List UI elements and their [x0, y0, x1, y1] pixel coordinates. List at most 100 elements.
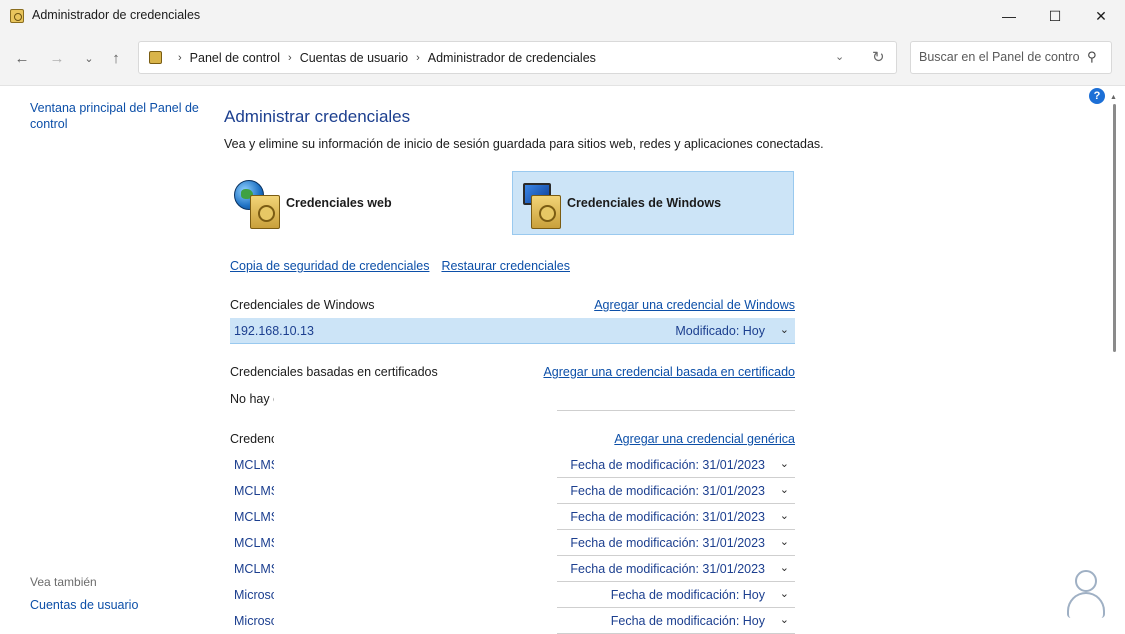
control-panel-icon — [149, 51, 162, 64]
credential-actions: Copia de seguridad de credenciales Resta… — [230, 259, 570, 273]
certificate-credentials-section-title: Credenciales basadas en certificados — [230, 365, 438, 379]
chevron-down-icon[interactable]: ⌄ — [780, 561, 789, 574]
web-credentials-label: Credenciales web — [286, 196, 392, 210]
list-item[interactable]: MCLMS Fecha de modificación: 31/01/2023 … — [230, 530, 795, 556]
credential-address: MCLMS — [234, 536, 274, 550]
list-item[interactable]: MCLMS Fecha de modificación: 31/01/2023 … — [230, 556, 795, 582]
web-credentials-tile[interactable]: Credenciales web — [232, 171, 514, 235]
chevron-down-icon[interactable]: ⌄ — [780, 457, 789, 470]
credential-modified: Fecha de modificación: 31/01/2023 — [570, 458, 765, 472]
windows-credentials-header: Credenciales de Windows Agregar una cred… — [230, 295, 795, 315]
web-credentials-icon — [232, 175, 284, 231]
main-content: Administrar credenciales Vea y elimine s… — [210, 87, 1110, 634]
credential-meta-cell: Fecha de modificación: 31/01/2023 ⌄ — [557, 530, 795, 556]
no-certificates-text: No hay certificados. — [230, 392, 274, 406]
address-bar[interactable]: › Panel de control › Cuentas de usuario … — [138, 41, 897, 74]
title-bar: Administrador de credenciales — ☐ ✕ — [0, 0, 1125, 32]
breadcrumb-separator-icon: › — [178, 52, 182, 64]
minimize-icon: — — [1002, 8, 1016, 24]
chevron-down-icon[interactable]: ⌄ — [780, 587, 789, 600]
chevron-down-icon[interactable]: ⌄ — [780, 613, 789, 626]
search-box[interactable]: ⚲ — [910, 41, 1112, 74]
credential-meta-cell: Fecha de modificación: 31/01/2023 ⌄ — [557, 504, 795, 530]
credential-modified: Fecha de modificación: 31/01/2023 — [570, 562, 765, 576]
up-button[interactable]: ↑ — [105, 47, 127, 69]
credential-address: MCLMS — [234, 484, 274, 498]
certificate-credentials-header: Credenciales basadas en certificados Agr… — [230, 362, 795, 382]
chevron-down-icon[interactable]: ⌄ — [780, 323, 789, 336]
search-icon[interactable]: ⚲ — [1087, 49, 1097, 65]
credential-address: MCLMS — [234, 562, 274, 576]
credential-meta-cell: Fecha de modificación: Hoy ⌄ — [557, 582, 795, 608]
credential-address: MCLMS — [234, 458, 274, 472]
credential-address: Microsoft — [234, 614, 274, 628]
list-item[interactable]: MCLMS Fecha de modificación: 31/01/2023 … — [230, 452, 795, 478]
maximize-button[interactable]: ☐ — [1032, 0, 1078, 32]
back-button[interactable]: ← — [11, 47, 33, 69]
breadcrumb-item-credential-manager[interactable]: Administrador de credenciales — [428, 51, 596, 65]
arrow-right-icon: → — [49, 49, 65, 67]
chevron-down-icon[interactable]: ⌄ — [780, 535, 789, 548]
credential-address: MCLMS — [234, 510, 274, 524]
page-description: Vea y elimine su información de inicio d… — [224, 137, 824, 151]
generic-credentials-section-title: Credenciales genéricas — [230, 432, 274, 446]
chevron-down-icon[interactable]: ⌄ — [780, 483, 789, 496]
control-panel-home-link[interactable]: Ventana principal del Panel de control — [30, 100, 200, 132]
scrollbar-thumb[interactable] — [1113, 104, 1116, 352]
list-item[interactable]: Microsoft Fecha de modificación: Hoy ⌄ — [230, 582, 795, 608]
close-icon: ✕ — [1095, 7, 1107, 24]
credential-modified: Fecha de modificación: Hoy — [610, 588, 765, 602]
windows-credentials-tile[interactable]: Credenciales de Windows — [512, 171, 794, 235]
add-windows-credential-link[interactable]: Agregar una credencial de Windows — [594, 298, 795, 312]
search-input[interactable] — [919, 50, 1079, 64]
refresh-icon[interactable]: ↻ — [872, 48, 885, 66]
see-also-heading: Vea también — [30, 575, 97, 589]
breadcrumb-item-control-panel[interactable]: Panel de control — [190, 51, 280, 65]
scroll-up-icon[interactable]: ▲ — [1110, 94, 1117, 101]
credential-address: 192.168.10.13 — [234, 324, 314, 338]
credential-modified: Fecha de modificación: 31/01/2023 — [570, 510, 765, 524]
user-accounts-link[interactable]: Cuentas de usuario — [30, 598, 138, 612]
restore-credentials-link[interactable]: Restaurar credenciales — [441, 259, 570, 273]
add-certificate-credential-link[interactable]: Agregar una credencial basada en certifi… — [543, 365, 795, 379]
minimize-button[interactable]: — — [986, 0, 1032, 32]
navigation-bar: ← → ⌄ ↑ › Panel de control › Cuentas de … — [0, 32, 1125, 86]
credential-modified: Modificado: Hoy — [675, 324, 765, 338]
divider — [557, 410, 795, 411]
chevron-down-icon: ⌄ — [84, 52, 94, 65]
add-generic-credential-link[interactable]: Agregar una credencial genérica — [614, 432, 795, 446]
arrow-left-icon: ← — [14, 49, 30, 67]
list-item[interactable]: MCLMS Fecha de modificación: 31/01/2023 … — [230, 478, 795, 504]
page-title: Administrar credenciales — [224, 107, 411, 126]
windows-credentials-icon — [513, 175, 565, 231]
help-glyph: ? — [1093, 90, 1101, 102]
chevron-down-icon[interactable]: ⌄ — [780, 509, 789, 522]
list-item[interactable]: MCLMS Fecha de modificación: 31/01/2023 … — [230, 504, 795, 530]
window-title: Administrador de credenciales — [32, 8, 201, 22]
breadcrumb-item-user-accounts[interactable]: Cuentas de usuario — [300, 51, 408, 65]
list-item[interactable]: Microsoft Fecha de modificación: Hoy ⌄ — [230, 608, 795, 634]
credential-meta-cell: Fecha de modificación: Hoy ⌄ — [557, 608, 795, 634]
backup-credentials-link[interactable]: Copia de seguridad de credenciales — [230, 259, 429, 273]
watermark-logo — [1063, 570, 1109, 620]
credential-modified: Fecha de modificación: 31/01/2023 — [570, 536, 765, 550]
windows-credentials-label: Credenciales de Windows — [567, 196, 722, 210]
address-dropdown-icon[interactable]: ⌄ — [835, 50, 844, 63]
left-pane: Ventana principal del Panel de control V… — [0, 87, 210, 634]
arrow-up-icon: ↑ — [112, 49, 120, 67]
forward-button[interactable]: → — [46, 47, 68, 69]
credential-manager-icon — [10, 9, 24, 23]
breadcrumb-separator-icon[interactable]: › — [416, 52, 420, 64]
credential-modified: Fecha de modificación: Hoy — [610, 614, 765, 628]
breadcrumb: › Panel de control › Cuentas de usuario … — [170, 51, 596, 65]
maximize-icon: ☐ — [1048, 7, 1062, 24]
credential-modified: Fecha de modificación: 31/01/2023 — [570, 484, 765, 498]
credential-address: Microsoft — [234, 588, 274, 602]
help-icon[interactable]: ? — [1089, 88, 1105, 104]
recent-locations-button[interactable]: ⌄ — [78, 47, 100, 69]
close-button[interactable]: ✕ — [1078, 0, 1124, 32]
list-item[interactable]: 192.168.10.13 Modificado: Hoy ⌄ — [230, 318, 795, 344]
credential-meta-cell: Fecha de modificación: 31/01/2023 ⌄ — [557, 452, 795, 478]
credential-meta-cell: Fecha de modificación: 31/01/2023 ⌄ — [557, 556, 795, 582]
breadcrumb-separator-icon[interactable]: › — [288, 52, 292, 64]
